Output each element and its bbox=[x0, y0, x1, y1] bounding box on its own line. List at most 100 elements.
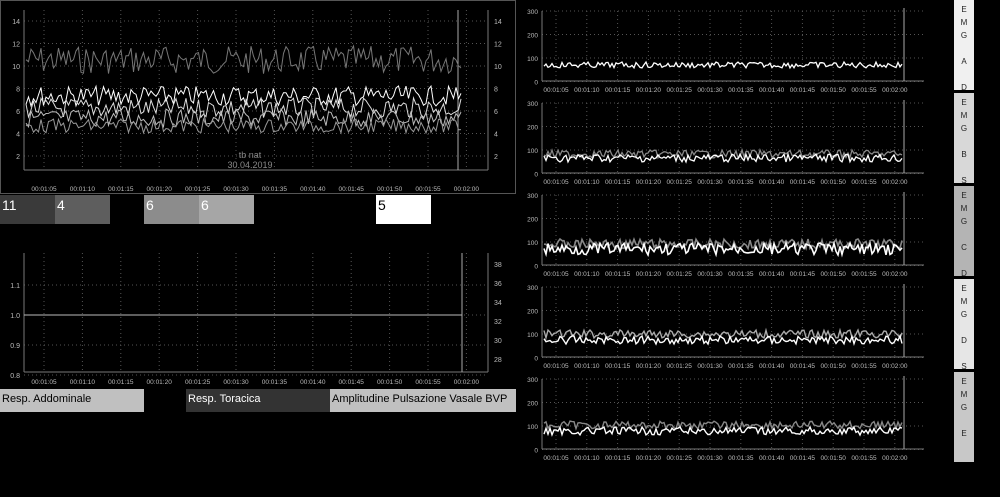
emg-time-tick: 00:01:55 bbox=[851, 455, 877, 462]
emg-tab-letter: B bbox=[961, 150, 967, 159]
top-time-tick: 00:01:50 bbox=[377, 186, 403, 193]
emg-tab-letter bbox=[963, 68, 965, 81]
top-time-tick: 00:01:20 bbox=[147, 186, 173, 193]
emg-panel-4: 300 200 100 0 00:01:05 00:01:10 00:01:15 00:01:… bbox=[527, 284, 924, 370]
resp-time-tick: 00:01:45 bbox=[339, 379, 365, 386]
bvp-label[interactable]: Amplitudine Pulsazione Vasale BVP bbox=[330, 389, 516, 412]
emg-time-tick: 00:01:40 bbox=[759, 363, 785, 370]
top-y-tick-right: 8 bbox=[494, 87, 498, 94]
emg-tab-5[interactable]: EMG E bbox=[954, 372, 974, 462]
emg-tab-letter: E bbox=[961, 5, 967, 14]
emg-tab-letter bbox=[963, 321, 965, 334]
emg-tab-letter: M bbox=[960, 390, 968, 399]
emg-time-tick: 00:01:40 bbox=[759, 271, 785, 278]
top-time-tick: 00:01:55 bbox=[415, 186, 441, 193]
top-time-tick: 00:01:30 bbox=[223, 186, 249, 193]
resp-addominale-label[interactable]: Resp. Addominale bbox=[0, 389, 144, 412]
emg-time-tick: 00:01:25 bbox=[667, 87, 693, 94]
emg-y-tick: 100 bbox=[527, 148, 538, 155]
resp-y-tick-right: 28 bbox=[494, 357, 502, 364]
emg-y-tick: 300 bbox=[527, 193, 538, 200]
emg-tab-2[interactable]: EMG B SIN bbox=[954, 93, 974, 211]
emg-y-tick: 0 bbox=[534, 172, 538, 179]
chart-annotation: tb nat 30.04.2019 bbox=[200, 150, 300, 170]
resp-time-tick: 00:01:35 bbox=[262, 379, 288, 386]
resp-y-tick-left: 0.8 bbox=[10, 373, 20, 380]
resp-y-tick-right: 34 bbox=[494, 300, 502, 307]
emg-time-tick: 00:01:15 bbox=[605, 363, 631, 370]
emg-tab-letter bbox=[963, 42, 965, 55]
value-chip: 6 bbox=[199, 195, 254, 224]
emg-time-tick: 00:01:55 bbox=[851, 87, 877, 94]
emg-time-tick: 00:01:10 bbox=[574, 179, 600, 186]
emg-time-tick: 00:01:50 bbox=[821, 179, 847, 186]
top-y-tick-right: 12 bbox=[494, 42, 502, 49]
emg-tab-letter bbox=[963, 254, 965, 267]
emg-tab-letter bbox=[963, 347, 965, 360]
emg-time-tick: 00:01:15 bbox=[605, 179, 631, 186]
emg-tab-letter: E bbox=[961, 98, 967, 107]
emg-time-tick: 00:02:00 bbox=[882, 271, 908, 278]
resp-time-tick: 00:01:55 bbox=[415, 379, 441, 386]
emg-tab-letter bbox=[963, 228, 965, 241]
resp-y-tick-right: 38 bbox=[494, 262, 502, 269]
emg-tab-letter: M bbox=[960, 111, 968, 120]
emg-y-tick: 300 bbox=[527, 377, 538, 384]
emg-time-tick: 00:01:50 bbox=[821, 455, 847, 462]
emg-time-tick: 00:01:35 bbox=[728, 363, 754, 370]
resp-toracica-label[interactable]: Resp. Toracica bbox=[186, 389, 330, 412]
emg-tab-letter: E bbox=[961, 191, 967, 200]
emg-time-tick: 00:01:40 bbox=[759, 179, 785, 186]
value-chip: 5 bbox=[376, 195, 431, 224]
emg-time-tick: 00:01:45 bbox=[790, 455, 816, 462]
emg-tab-letter: G bbox=[960, 31, 968, 40]
top-y-tick-right: 14 bbox=[494, 19, 502, 26]
emg-time-tick: 00:01:35 bbox=[728, 87, 754, 94]
emg-tab-letter: A bbox=[961, 57, 967, 66]
emg-time-tick: 00:02:00 bbox=[882, 179, 908, 186]
emg-time-tick: 00:01:40 bbox=[759, 455, 785, 462]
value-chip: 4 bbox=[55, 195, 110, 224]
top-time-tick: 00:01:45 bbox=[339, 186, 365, 193]
emg-time-tick: 00:01:35 bbox=[728, 179, 754, 186]
emg-time-tick: 00:01:40 bbox=[759, 87, 785, 94]
emg-time-tick: 00:01:10 bbox=[574, 271, 600, 278]
resp-y-tick-right: 36 bbox=[494, 281, 502, 288]
emg-y-tick: 100 bbox=[527, 56, 538, 63]
emg-time-tick: 00:01:15 bbox=[605, 87, 631, 94]
resp-time-tick: 00:01:10 bbox=[70, 379, 96, 386]
emg-tab-letter: M bbox=[960, 204, 968, 213]
emg-time-tick: 00:01:20 bbox=[636, 179, 662, 186]
emg-time-tick: 00:01:25 bbox=[667, 363, 693, 370]
top-y-tick-left: 14 bbox=[12, 19, 20, 26]
emg-time-tick: 00:01:20 bbox=[636, 363, 662, 370]
emg-y-tick: 300 bbox=[527, 101, 538, 108]
emg-time-tick: 00:01:05 bbox=[543, 179, 569, 186]
emg-time-tick: 00:01:55 bbox=[851, 271, 877, 278]
resp-time-tick: 00:01:30 bbox=[223, 379, 249, 386]
emg-time-tick: 00:01:30 bbox=[697, 363, 723, 370]
emg-time-tick: 00:01:35 bbox=[728, 271, 754, 278]
emg-y-tick: 200 bbox=[527, 401, 538, 408]
emg-trace bbox=[543, 151, 903, 164]
top-y-tick-right: 4 bbox=[494, 132, 498, 139]
emg-y-tick: 200 bbox=[527, 125, 538, 132]
resp-y-tick-left: 0.9 bbox=[10, 343, 20, 350]
emg-time-tick: 00:02:00 bbox=[882, 363, 908, 370]
emg-tab-1[interactable]: EMG A DX+ bbox=[954, 0, 974, 118]
emg-charts: 300 200 100 0 00:01:05 00:01:10 00:01:15 00:01:… bbox=[527, 8, 924, 462]
emg-tab-letter bbox=[963, 135, 965, 148]
emg-panel-2: 300 200 100 0 00:01:05 00:01:10 00:01:15 00:01:… bbox=[527, 100, 924, 186]
emg-time-tick: 00:01:15 bbox=[605, 271, 631, 278]
annotation-date: 30.04.2019 bbox=[227, 160, 273, 170]
top-y-tick-right: 2 bbox=[494, 154, 498, 161]
resp-y-tick-right: 32 bbox=[494, 319, 502, 326]
emg-tab-letter bbox=[963, 414, 965, 427]
resp-y-tick-left: 1.1 bbox=[10, 283, 20, 290]
top-y-tick-left: 6 bbox=[16, 109, 20, 116]
emg-y-tick: 100 bbox=[527, 424, 538, 431]
emg-tab-4[interactable]: EMG D SIN bbox=[954, 279, 974, 397]
emg-panel-1: 300 200 100 0 00:01:05 00:01:10 00:01:15 00:01:… bbox=[527, 8, 924, 94]
resp-time-tick: 00:01:05 bbox=[31, 379, 57, 386]
emg-tab-3[interactable]: EMG C DX+ bbox=[954, 186, 974, 304]
